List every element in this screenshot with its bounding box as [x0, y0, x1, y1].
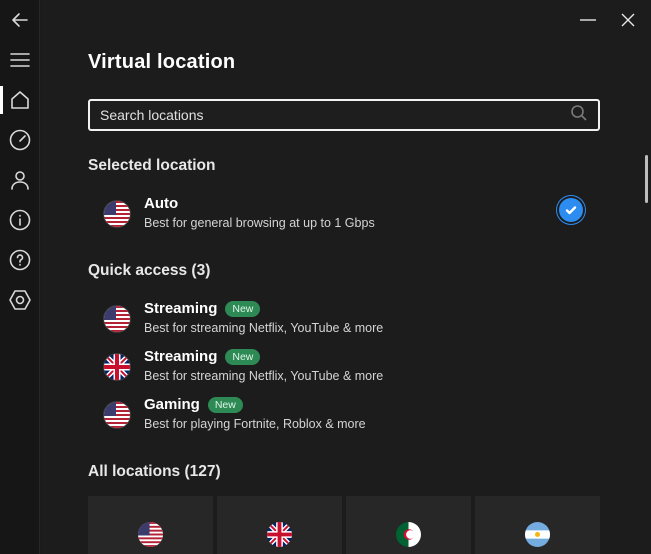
location-tile-algeria[interactable]: [346, 496, 471, 554]
person-icon: [11, 171, 29, 190]
selected-location-heading: Selected location: [88, 157, 216, 174]
location-name: Auto: [144, 195, 178, 212]
page-title: Virtual location: [88, 51, 236, 73]
info-button[interactable]: [0, 200, 40, 240]
help-button[interactable]: [0, 240, 40, 280]
location-description: Best for streaming Netflix, YouTube & mo…: [144, 369, 384, 383]
info-icon: [9, 209, 31, 231]
new-badge: New: [225, 348, 261, 365]
hexagon-settings-icon: [9, 290, 31, 310]
selected-location-item[interactable]: Auto Best for general browsing at up to …: [98, 195, 608, 239]
quick-access-item-streaming-uk[interactable]: Streaming New Best for streaming Netflix…: [98, 348, 608, 392]
location-name-text: Streaming: [144, 348, 218, 365]
hamburger-icon: [10, 53, 30, 67]
menu-button[interactable]: [0, 40, 40, 80]
uk-flag-icon: [104, 354, 130, 380]
uk-flag-icon: [267, 522, 292, 547]
arrow-left-icon: [12, 13, 28, 27]
new-badge: New: [225, 300, 261, 317]
all-locations-heading: All locations (127): [88, 463, 221, 480]
home-icon: [11, 91, 29, 109]
us-flag-icon: [138, 522, 163, 547]
search-box[interactable]: [88, 99, 600, 131]
us-flag-icon: [104, 402, 130, 428]
minimize-button[interactable]: [570, 6, 606, 34]
argentina-flag-icon: [525, 522, 550, 547]
new-badge: New: [207, 396, 243, 413]
minimize-icon: [580, 19, 596, 21]
search-input[interactable]: [100, 107, 570, 123]
location-description: Best for streaming Netflix, YouTube & mo…: [144, 321, 384, 335]
location-name-text: Gaming: [144, 396, 200, 413]
location-tile-argentina[interactable]: [475, 496, 600, 554]
sidebar: [0, 0, 40, 554]
main-panel: Virtual location Selected location: [41, 0, 651, 554]
close-button[interactable]: [610, 6, 646, 34]
location-tile-uk[interactable]: [217, 496, 342, 554]
location-name-text: Streaming: [144, 300, 218, 317]
location-tile-us[interactable]: [88, 496, 213, 554]
quick-access-item-gaming-us[interactable]: Gaming New Best for playing Fortnite, Ro…: [98, 396, 608, 440]
all-locations-grid: [88, 496, 600, 554]
quick-access-heading: Quick access (3): [88, 262, 211, 279]
search-icon[interactable]: [570, 104, 588, 127]
back-button[interactable]: [0, 0, 40, 40]
selected-check-icon: [559, 198, 583, 222]
location-name: Gaming New: [144, 396, 243, 413]
location-description: Best for playing Fortnite, Roblox & more: [144, 417, 366, 431]
location-name-text: Auto: [144, 195, 179, 212]
location-name: Streaming New: [144, 300, 261, 317]
quick-access-item-streaming-us[interactable]: Streaming New Best for streaming Netflix…: [98, 300, 608, 344]
us-flag-icon: [104, 201, 130, 227]
gauge-icon: [9, 129, 31, 151]
settings-button[interactable]: [0, 280, 40, 320]
us-flag-icon: [104, 306, 130, 332]
close-icon: [621, 13, 635, 27]
home-button[interactable]: [0, 80, 40, 120]
location-description: Best for general browsing at up to 1 Gbp…: [144, 216, 375, 230]
scrollbar-thumb[interactable]: [645, 155, 648, 203]
help-icon: [9, 249, 31, 271]
location-name: Streaming New: [144, 348, 261, 365]
speed-test-button[interactable]: [0, 120, 40, 160]
account-button[interactable]: [0, 160, 40, 200]
algeria-flag-icon: [396, 522, 421, 547]
